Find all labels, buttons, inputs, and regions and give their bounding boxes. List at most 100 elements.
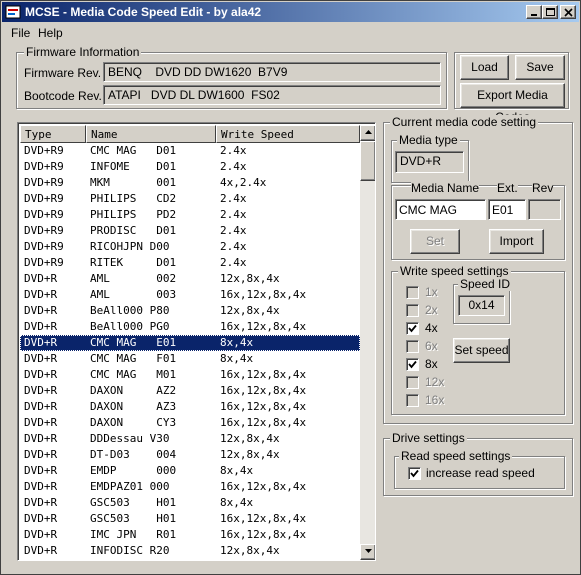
firmware-rev-label: Firmware Rev.: [24, 66, 102, 80]
cell-type: DVD+R: [24, 320, 58, 333]
table-row[interactable]: DVD+R GSC503 H01 8x,4x: [20, 495, 360, 511]
cell-type: DVD+R9: [24, 240, 64, 253]
table-row[interactable]: DVD+R DAXON AZ2 16x,12x,8x,4x: [20, 383, 360, 399]
table-row[interactable]: DVD+R IMC JPN R01 16x,12x,8x,4x: [20, 527, 360, 543]
app-icon: [5, 4, 21, 20]
bootcode-rev-label: Bootcode Rev.: [24, 89, 102, 103]
speed-checkbox-8x[interactable]: [406, 358, 419, 371]
set-speed-button[interactable]: Set speed: [453, 338, 510, 363]
maximize-button[interactable]: [542, 5, 558, 19]
table-row[interactable]: DVD+R9 PHILIPS PD2 2.4x: [20, 207, 360, 223]
speed-checkbox-4x[interactable]: [406, 322, 419, 335]
title-bar[interactable]: MCSE - Media Code Speed Edit - by ala42: [2, 2, 579, 22]
cell-speed: 2.4x: [220, 240, 247, 253]
cell-speed: 12x,8x,4x: [220, 432, 280, 445]
table-row[interactable]: DVD+R AML 002 12x,8x,4x: [20, 271, 360, 287]
cell-name: INFODISC R20: [90, 544, 170, 557]
table-row[interactable]: DVD+R BeAll000 PG0 16x,12x,8x,4x: [20, 319, 360, 335]
table-row[interactable]: DVD+R GSC503 H01 16x,12x,8x,4x: [20, 511, 360, 527]
cell-type: DVD+R: [24, 544, 58, 557]
cell-name: DAXON AZ3: [90, 400, 177, 413]
scroll-up-button[interactable]: [360, 125, 375, 141]
speed-checkbox-1x[interactable]: [406, 286, 419, 299]
table-row[interactable]: DVD+R AML 003 16x,12x,8x,4x: [20, 287, 360, 303]
cell-name: CMC MAG M01: [90, 368, 177, 381]
cell-type: DVD+R9: [24, 208, 64, 221]
table-row[interactable]: DVD+R DDDessau V30 12x,8x,4x: [20, 431, 360, 447]
set-button[interactable]: Set: [410, 229, 460, 254]
cell-speed: 8x,4x: [220, 464, 254, 477]
ext-input[interactable]: E01: [488, 199, 526, 220]
cell-name: BeAll000 P80: [90, 304, 170, 317]
table-row[interactable]: DVD+R DAXON AZ3 16x,12x,8x,4x: [20, 399, 360, 415]
cell-name: DDDessau V30: [90, 432, 170, 445]
menu-help[interactable]: Help: [38, 26, 63, 40]
increase-read-speed-checkbox[interactable]: [408, 467, 421, 480]
write-speed-group: Write speed settings 1x 2x 4x 6x 8x 12x 16x Sp…: [391, 264, 565, 415]
drive-settings-label: Drive settings: [390, 431, 467, 445]
cell-speed: 16x,12x,8x,4x: [220, 384, 307, 397]
scroll-down-button[interactable]: [360, 544, 375, 560]
cell-speed: 2.4x: [220, 160, 247, 173]
import-button[interactable]: Import: [489, 229, 544, 254]
cell-speed: 16x,12x,8x,4x: [220, 528, 307, 541]
table-row[interactable]: DVD+R9 PHILIPS CD2 2.4x: [20, 191, 360, 207]
cell-speed: 4x,2.4x: [220, 176, 267, 189]
cell-speed: 12x,8x,4x: [220, 544, 280, 557]
table-row[interactable]: DVD+R EMDP 000 8x,4x: [20, 463, 360, 479]
speed-checkbox-12x[interactable]: [406, 376, 419, 389]
table-row[interactable]: DVD+R CMC MAG E01 8x,4x: [20, 335, 360, 351]
table-row[interactable]: DVD+R9 RITEK D01 2.4x: [20, 255, 360, 271]
load-button[interactable]: Load: [460, 55, 509, 80]
cell-type: DVD+R: [24, 528, 58, 541]
close-button[interactable]: [560, 5, 576, 19]
cell-type: DVD+R: [24, 416, 58, 429]
speed-checkbox-16x[interactable]: [406, 394, 419, 407]
media-code-list[interactable]: Type Name Write Speed DVD+R9 CMC MAG D01 2…: [17, 122, 376, 561]
current-media-group: Current media code setting Media type DV…: [383, 115, 573, 424]
speed-label-2x: 2x: [425, 303, 438, 317]
speed-checkbox-2x[interactable]: [406, 304, 419, 317]
cell-type: DVD+R: [24, 496, 58, 509]
cell-speed: 12x,8x,4x: [220, 448, 280, 461]
cell-speed: 16x,12x,8x,4x: [220, 512, 307, 525]
cell-speed: 16x,12x,8x,4x: [220, 416, 307, 429]
list-scrollbar[interactable]: [360, 125, 375, 560]
cell-name: AML 003: [90, 288, 177, 301]
table-row[interactable]: DVD+R EMDPAZ01 000 16x,12x,8x,4x: [20, 479, 360, 495]
table-row[interactable]: DVD+R9 RICOHJPN D00 2.4x: [20, 239, 360, 255]
cell-type: DVD+R: [24, 384, 58, 397]
minimize-button[interactable]: [526, 5, 542, 19]
cell-speed: 8x,4x: [220, 336, 254, 349]
speed-checkbox-6x[interactable]: [406, 340, 419, 353]
media-name-input[interactable]: CMC MAG: [395, 199, 486, 220]
table-row[interactable]: DVD+R9 INFOME D01 2.4x: [20, 159, 360, 175]
save-button[interactable]: Save: [515, 55, 565, 80]
media-name-group: Media Name Ext. Rev CMC MAG E01 Set Impo…: [391, 181, 565, 260]
cell-speed: 2.4x: [220, 208, 247, 221]
table-row[interactable]: DVD+R CMC MAG M01 16x,12x,8x,4x: [20, 367, 360, 383]
cell-type: DVD+R: [24, 336, 58, 349]
increase-read-speed-label: increase read speed: [426, 466, 535, 480]
cell-speed: 2.4x: [220, 192, 247, 205]
table-row[interactable]: DVD+R INFODISC R20 12x,8x,4x: [20, 543, 360, 559]
table-row[interactable]: DVD+R CMC MAG F01 8x,4x: [20, 351, 360, 367]
column-header-type[interactable]: Type: [20, 125, 86, 143]
read-speed-group: Read speed settings increase read speed: [394, 449, 565, 489]
menu-file[interactable]: File: [11, 26, 30, 40]
table-row[interactable]: DVD+R BeAll000 P80 12x,8x,4x: [20, 303, 360, 319]
rev-input[interactable]: [528, 199, 561, 220]
column-header-name[interactable]: Name: [86, 125, 216, 143]
table-row[interactable]: DVD+R9 PRODISC D01 2.4x: [20, 223, 360, 239]
export-media-codes-button[interactable]: Export Media Codes: [460, 83, 565, 124]
table-row[interactable]: DVD+R9 CMC MAG D01 2.4x: [20, 143, 360, 159]
table-row[interactable]: DVD+R DT-D03 004 12x,8x,4x: [20, 447, 360, 463]
speed-label-8x: 8x: [425, 357, 438, 371]
table-row[interactable]: DVD+R9 MKM 001 4x,2.4x: [20, 175, 360, 191]
firmware-group-label: Firmware Information: [24, 45, 142, 59]
column-header-write-speed[interactable]: Write Speed: [216, 125, 360, 143]
cell-name: RICOHJPN D00: [90, 240, 170, 253]
cell-name: EMDP 000: [90, 464, 177, 477]
scroll-thumb[interactable]: [360, 141, 375, 181]
table-row[interactable]: DVD+R DAXON CY3 16x,12x,8x,4x: [20, 415, 360, 431]
